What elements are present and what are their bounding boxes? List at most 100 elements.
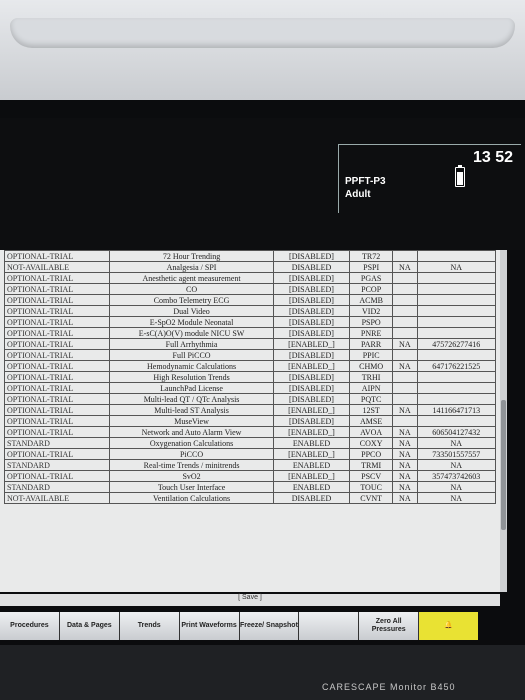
license-code: PSPI (349, 261, 394, 273)
license-state: [ENABLED_] (272, 404, 351, 416)
license-feature: LaunchPad License (109, 382, 274, 394)
license-serial: NA (392, 404, 418, 416)
license-feature: CO (109, 283, 274, 295)
license-status: OPTIONAL-TRIAL (3, 294, 111, 306)
license-feature: Hemodynamic Calculations (109, 360, 274, 372)
license-state: [DISABLED] (272, 283, 351, 295)
license-code: CHMO (349, 360, 394, 372)
license-serial (392, 349, 418, 361)
license-state: ENABLED (272, 437, 351, 449)
license-state: [DISABLED] (272, 349, 351, 361)
license-code: 12ST (349, 404, 394, 416)
scroll-thumb[interactable] (501, 400, 506, 530)
license-code: PQTC (349, 393, 394, 405)
clock: 13 52 (472, 149, 513, 166)
license-unit: NA (416, 481, 497, 493)
license-feature: Oxygenation Calculations (109, 437, 274, 449)
license-code: PPCO (349, 448, 394, 460)
license-code: ACMB (349, 294, 394, 306)
license-state: ENABLED (272, 459, 351, 471)
bell-icon[interactable]: 🔔 (419, 612, 478, 640)
license-row: OPTIONAL-TRIAL Anesthetic agent measureme… (3, 272, 497, 284)
license-feature: Dual Video (109, 305, 274, 317)
license-state: [DISABLED] (272, 305, 351, 317)
license-code: TRHI (349, 371, 394, 383)
license-serial: NA (392, 459, 418, 471)
license-unit (416, 415, 497, 427)
license-state: [DISABLED] (272, 327, 351, 339)
softkey-blank[interactable] (299, 612, 359, 640)
license-feature: High Resolution Trends (109, 371, 274, 383)
license-code: AVOA (349, 426, 394, 438)
bed-and-category: PPFT-P3 Adult (345, 175, 386, 201)
softkey-data-pages[interactable]: Data & Pages (59, 612, 119, 640)
license-row: OPTIONAL-TRIAL CO [DISABLED] PCOP (3, 283, 497, 295)
license-feature: 72 Hour Trending (109, 250, 274, 262)
license-feature: Full Arrhythmia (109, 338, 274, 350)
battery-level (457, 172, 463, 185)
license-code: AMSE (349, 415, 394, 427)
license-feature: Network and Auto Alarm View (109, 426, 274, 438)
license-serial: NA (392, 492, 418, 504)
softkey-trends[interactable]: Trends (119, 612, 179, 640)
brand-label: CARESCAPE Monitor B450 (322, 682, 456, 692)
status-bar: PPFT-P3 Adult 13 52 (0, 118, 525, 250)
license-row: STANDARD Oxygenation Calculations ENABLED C… (3, 437, 497, 449)
license-unit (416, 393, 497, 405)
license-unit: 606504127432 (416, 426, 497, 438)
license-unit: NA (416, 261, 497, 273)
license-code: CVNT (349, 492, 394, 504)
license-feature: Ventilation Calculations (109, 492, 274, 504)
license-status: OPTIONAL-TRIAL (3, 393, 111, 405)
license-status: STANDARD (3, 459, 111, 471)
license-status: OPTIONAL-TRIAL (3, 470, 111, 482)
license-unit (416, 250, 497, 262)
license-serial: NA (392, 426, 418, 438)
softkey-procedures[interactable]: Procedures (0, 612, 59, 640)
license-row: OPTIONAL-TRIAL High Resolution Trends [DIS… (3, 371, 497, 383)
license-serial: NA (392, 261, 418, 273)
license-state: [DISABLED] (272, 294, 351, 306)
license-serial (392, 294, 418, 306)
license-row: STANDARD Touch User Interface ENABLED TOUC N… (3, 481, 497, 493)
save-button[interactable]: [ Save ] (0, 594, 500, 606)
softkey-print-waveforms[interactable]: Print Waveforms (179, 612, 239, 640)
license-feature: Real-time Trends / minitrends (109, 459, 274, 471)
license-code: VID2 (349, 305, 394, 317)
license-row: OPTIONAL-TRIAL E-sC(A)O(V) module NICU SW… (3, 327, 497, 339)
scrollbar[interactable] (500, 250, 507, 592)
license-row: OPTIONAL-TRIAL Combo Telemetry ECG [DISABL… (3, 294, 497, 306)
license-feature: MuseView (109, 415, 274, 427)
license-row: OPTIONAL-TRIAL MuseView [DISABLED] AMSE (3, 415, 497, 427)
license-status: STANDARD (3, 481, 111, 493)
license-row: OPTIONAL-TRIAL Dual Video [DISABLED] VID2 (3, 305, 497, 317)
license-status: OPTIONAL-TRIAL (3, 448, 111, 460)
license-serial (392, 327, 418, 339)
softkey-zero-all-pressures[interactable]: Zero All Pressures (359, 612, 419, 640)
license-feature: PiCCO (109, 448, 274, 460)
softkey-freeze-snapshot[interactable]: Freeze/ Snapshot (239, 612, 299, 640)
softkey-bar: Procedures Data & Pages Trends Print Wavefo… (0, 612, 478, 640)
licenses-table: OPTIONAL-TRIAL 72 Hour Trending [DISABLED]… (3, 250, 497, 504)
license-serial (392, 283, 418, 295)
license-code: TRMI (349, 459, 394, 471)
license-row: OPTIONAL-TRIAL SvO2 [ENABLED_] PSCV NA 357473… (3, 470, 497, 482)
license-unit: 141166471713 (416, 404, 497, 416)
license-serial: NA (392, 481, 418, 493)
license-code: COXY (349, 437, 394, 449)
license-row: OPTIONAL-TRIAL LaunchPad License [DISABLED… (3, 382, 497, 394)
license-serial (392, 250, 418, 262)
license-unit (416, 294, 497, 306)
license-serial: NA (392, 360, 418, 372)
patient-info-box[interactable]: PPFT-P3 Adult 13 52 (338, 144, 521, 213)
license-row: NOT-AVAILABLE Ventilation Calculations DIS… (3, 492, 497, 504)
license-state: [ENABLED_] (272, 338, 351, 350)
license-unit (416, 327, 497, 339)
license-unit: 475726277416 (416, 338, 497, 350)
bed-label: PPFT-P3 (345, 176, 386, 187)
license-status: OPTIONAL-TRIAL (3, 305, 111, 317)
license-feature: Analgesia / SPI (109, 261, 274, 273)
license-status: OPTIONAL-TRIAL (3, 283, 111, 295)
license-serial (392, 415, 418, 427)
license-code: TR72 (349, 250, 394, 262)
